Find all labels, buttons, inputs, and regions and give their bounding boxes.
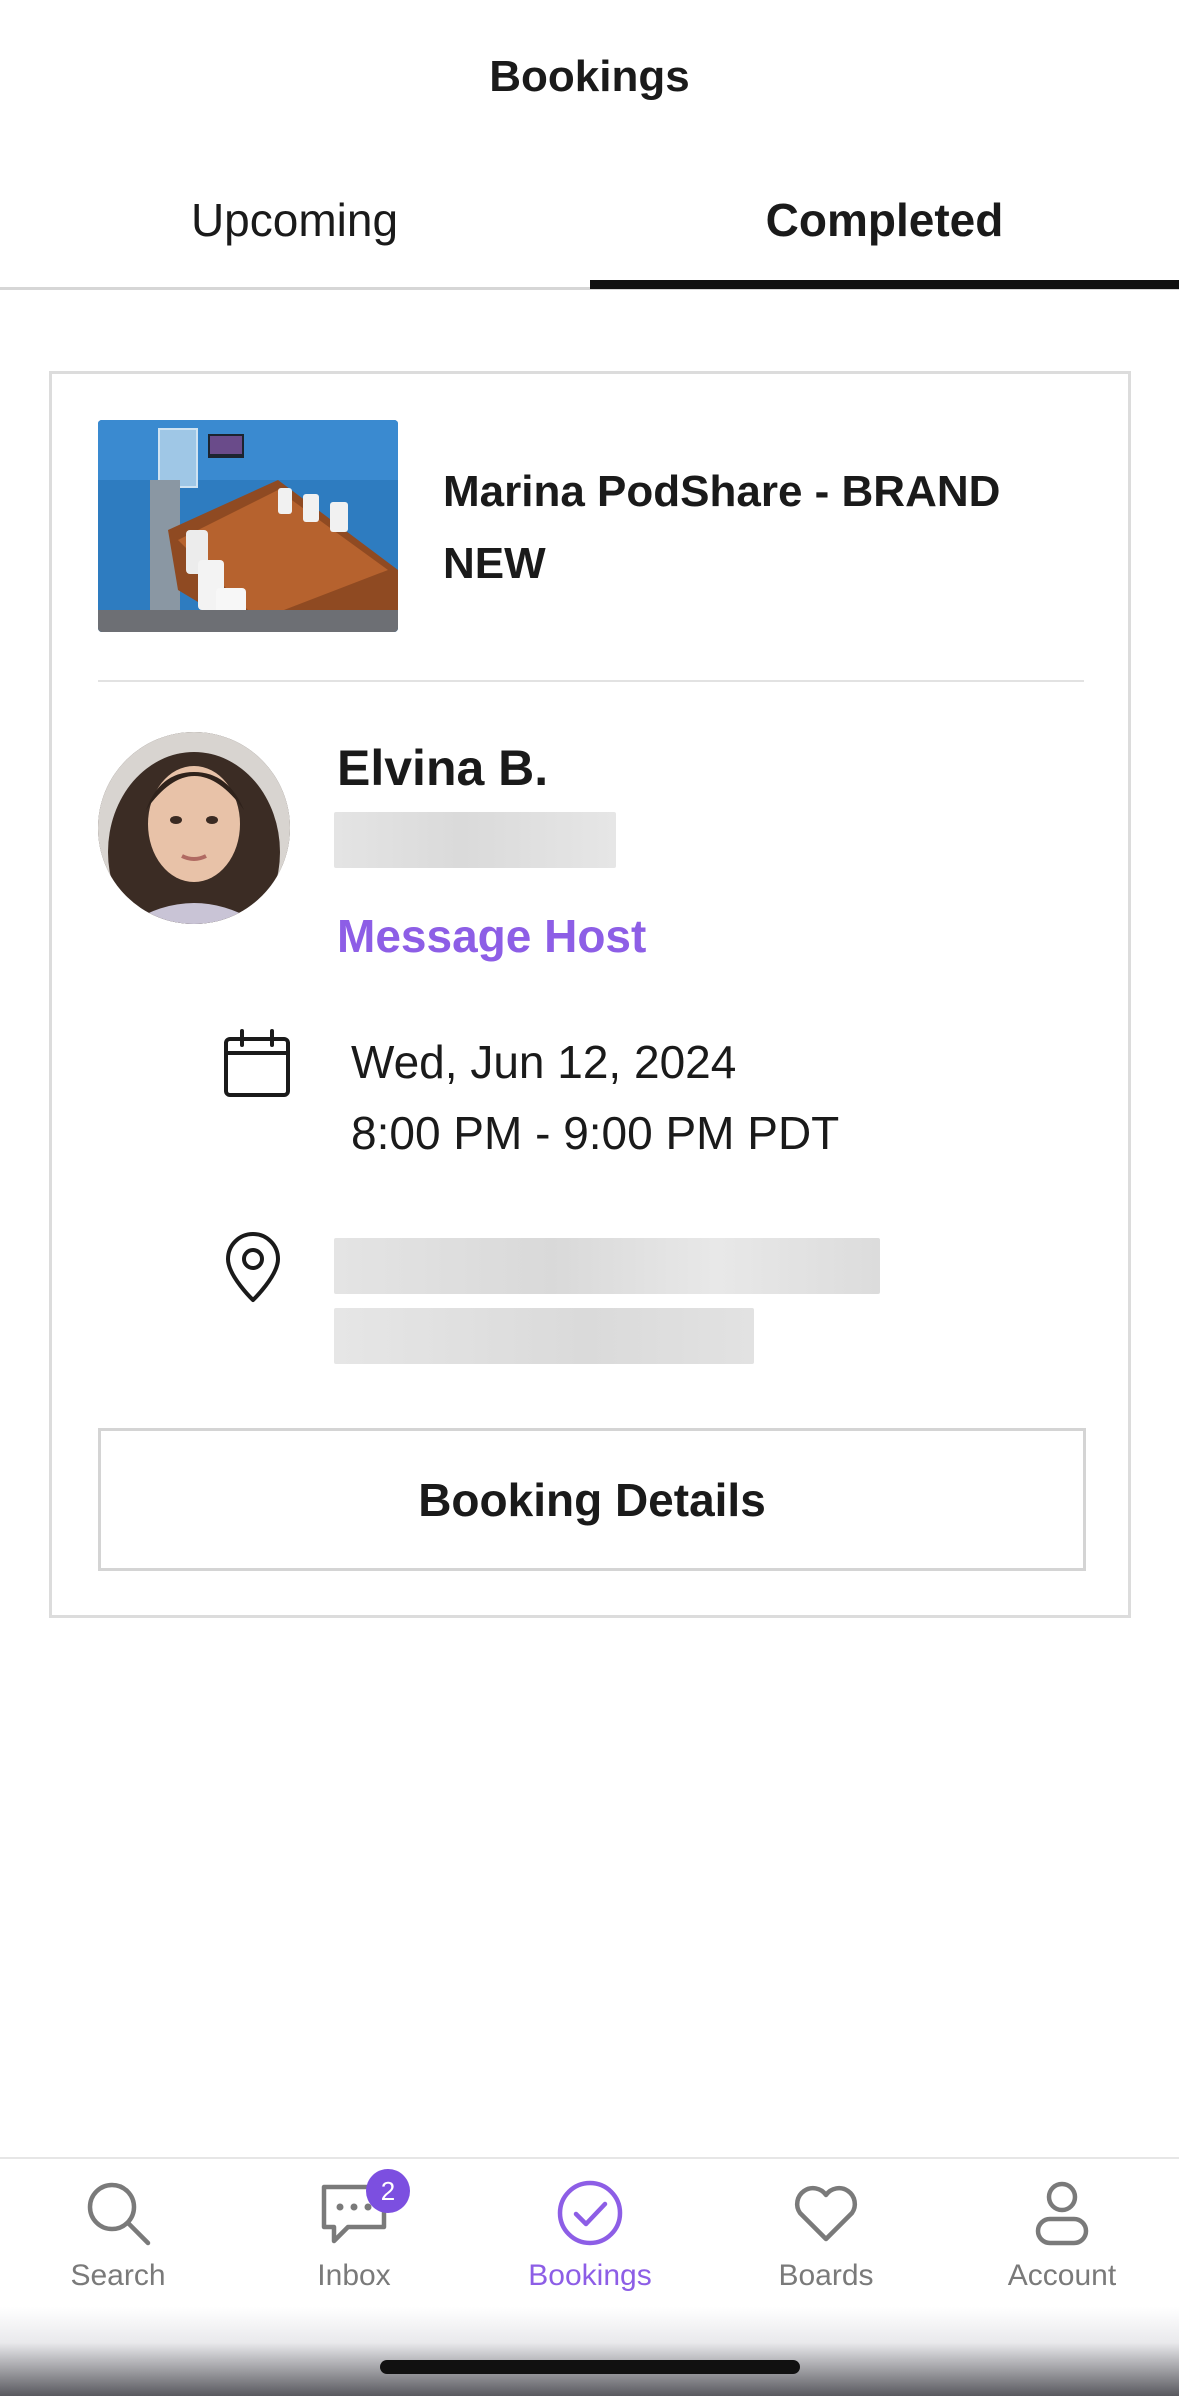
bottom-navigation: Search 2 Inbox Bookings Boards Account xyxy=(0,2157,1179,2307)
tab-upcoming[interactable]: Upcoming xyxy=(0,160,589,290)
search-icon xyxy=(82,2177,154,2249)
booking-card: Marina PodShare - BRAND NEW Elvina B. Me… xyxy=(49,371,1131,1618)
person-icon xyxy=(1026,2177,1098,2249)
inbox-unread-badge: 2 xyxy=(366,2169,410,2213)
booking-time: 8:00 PM - 9:00 PM PDT xyxy=(351,1107,840,1159)
tab-bar: Upcoming Completed xyxy=(0,160,1179,290)
nav-label: Bookings xyxy=(528,2259,652,2292)
chat-bubble-icon: 2 xyxy=(318,2169,410,2249)
booking-details-button[interactable]: Booking Details xyxy=(98,1428,1086,1571)
nav-label: Inbox xyxy=(317,2259,391,2292)
nav-label: Boards xyxy=(778,2259,874,2292)
bookings-screen: Bookings Upcoming Completed Marina PodSh… xyxy=(0,0,1179,2396)
message-host-link[interactable]: Message Host xyxy=(337,909,646,963)
host-info-redacted xyxy=(334,812,616,868)
tab-completed[interactable]: Completed xyxy=(590,160,1179,290)
heart-icon xyxy=(790,2177,862,2249)
check-circle-icon xyxy=(554,2177,626,2249)
listing-photo[interactable] xyxy=(98,420,398,632)
card-divider xyxy=(98,680,1084,682)
nav-inbox[interactable]: 2 Inbox xyxy=(236,2159,472,2309)
calendar-icon xyxy=(222,1029,292,1099)
location-pin-icon xyxy=(222,1232,284,1304)
nav-label: Search xyxy=(70,2259,166,2292)
address-redacted-line-1 xyxy=(334,1238,880,1294)
host-name: Elvina B. xyxy=(337,740,549,796)
booking-date: Wed, Jun 12, 2024 xyxy=(351,1036,737,1088)
address-redacted-line-2 xyxy=(334,1308,754,1364)
home-indicator-area xyxy=(0,2307,1179,2396)
home-indicator[interactable] xyxy=(380,2360,800,2374)
nav-boards[interactable]: Boards xyxy=(708,2159,944,2309)
nav-bookings[interactable]: Bookings xyxy=(472,2159,708,2309)
host-avatar[interactable] xyxy=(98,732,290,924)
listing-title[interactable]: Marina PodShare - BRAND NEW xyxy=(443,456,1063,600)
nav-search[interactable]: Search xyxy=(0,2159,236,2309)
active-tab-indicator xyxy=(590,280,1179,289)
page-title: Bookings xyxy=(489,52,690,101)
nav-label: Account xyxy=(1007,2259,1117,2292)
nav-account[interactable]: Account xyxy=(944,2159,1179,2309)
